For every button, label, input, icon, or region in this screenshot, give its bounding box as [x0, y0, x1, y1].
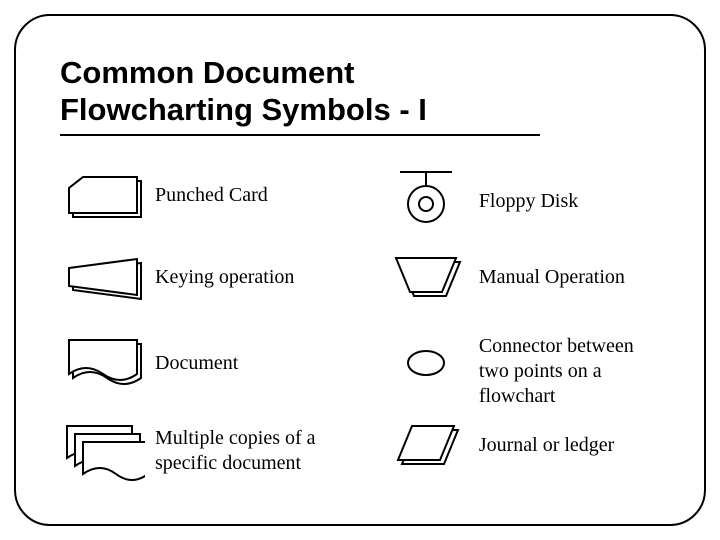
- multiple-copies-label: Multiple copies of a specific document: [145, 420, 345, 476]
- manual-operation-icon: [384, 252, 469, 302]
- floppy-disk-icon: [384, 170, 469, 232]
- slide-title: Common Document Flowcharting Symbols - I: [60, 54, 660, 128]
- journal-icon: [384, 420, 469, 470]
- document-label: Document: [145, 351, 238, 376]
- symbol-grid: Punched Card Floppy Disk: [60, 164, 660, 504]
- title-underline: [60, 134, 540, 136]
- punched-card-icon: [60, 170, 145, 220]
- connector-icon: [384, 334, 469, 380]
- floppy-disk-label: Floppy Disk: [469, 189, 578, 214]
- slide-content: Common Document Flowcharting Symbols - I…: [14, 14, 706, 526]
- manual-operation-label: Manual Operation: [469, 265, 625, 290]
- keying-operation-icon: [60, 252, 145, 302]
- journal-label: Journal or ledger: [469, 433, 615, 458]
- connector-label: Connector between two points on a flowch…: [469, 334, 660, 409]
- punched-card-label: Punched Card: [145, 183, 268, 208]
- document-icon: [60, 334, 145, 392]
- keying-operation-label: Keying operation: [145, 265, 294, 290]
- multiple-copies-icon: [60, 420, 145, 484]
